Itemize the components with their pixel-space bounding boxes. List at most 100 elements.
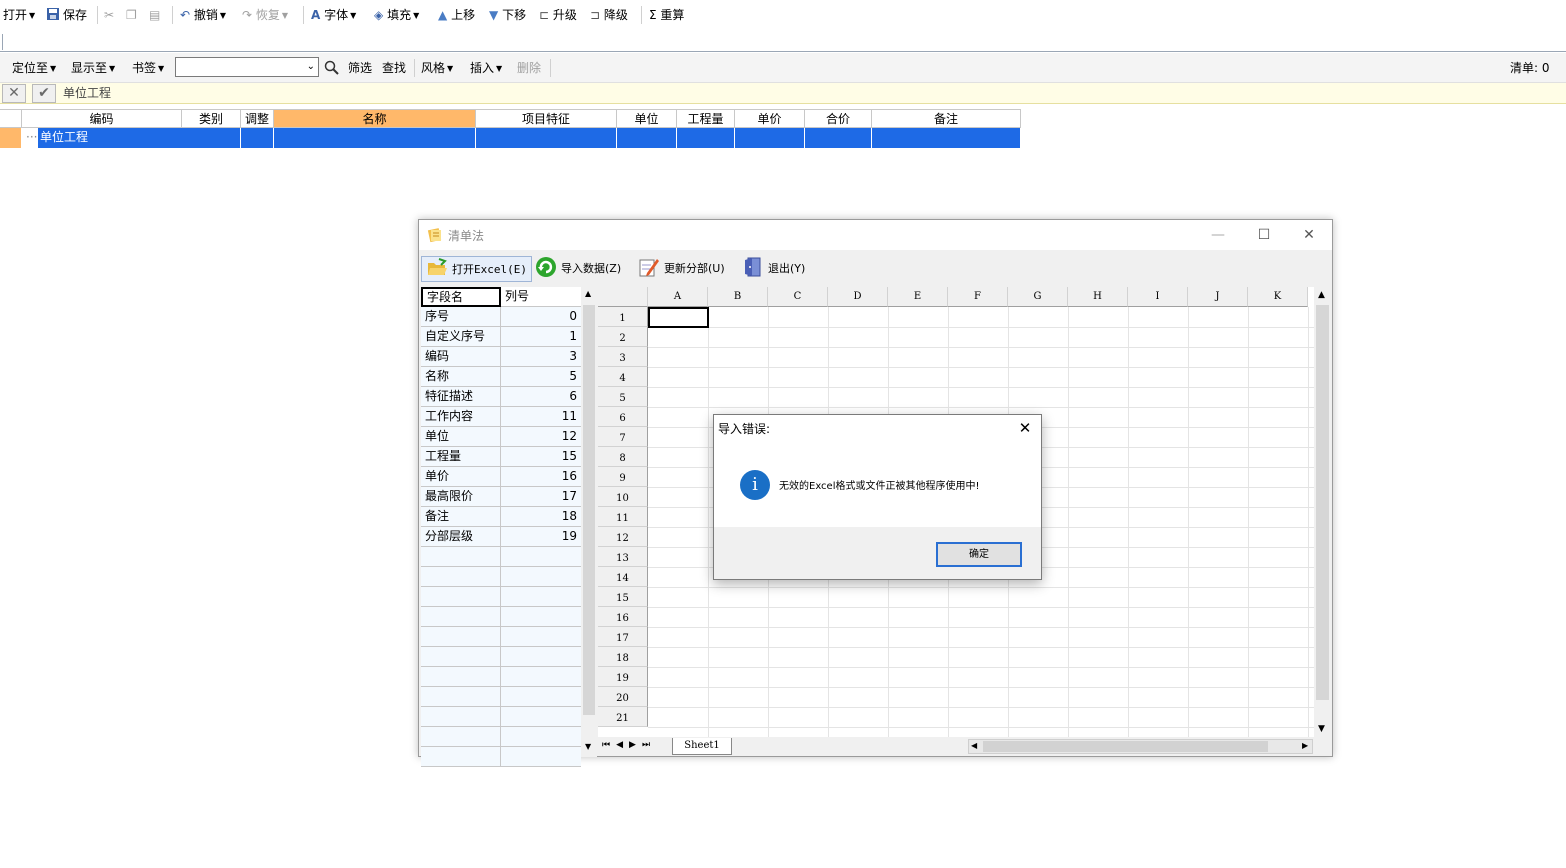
grid-cell[interactable] [476,128,617,148]
update-section-button[interactable]: 更新分部(U) [638,256,725,282]
row-header[interactable]: 20 [598,687,648,707]
row-header[interactable]: 19 [598,667,648,687]
field-name-cell[interactable]: 自定义序号 [421,327,501,347]
bookmark-dropdown[interactable]: 书签 ▼ [132,59,164,77]
filter-button[interactable]: 筛选 [348,59,372,77]
delete-button[interactable]: 删除 [517,59,541,77]
list-item[interactable]: 名称 5 [421,367,581,387]
grid-header-cell[interactable]: 单位 [617,109,677,128]
redo-button[interactable]: ↷ 恢复 ▼ [242,6,288,24]
column-header[interactable]: G [1008,287,1068,307]
recalc-button[interactable]: Σ 重算 [649,6,684,24]
find-button[interactable]: 查找 [382,59,406,77]
column-number-cell[interactable] [501,747,581,767]
list-item[interactable]: 工作内容 11 [421,407,581,427]
cancel-edit-button[interactable]: ✕ [2,84,26,103]
list-item[interactable]: 分部层级 19 [421,527,581,547]
maximize-button[interactable]: ☐ [1241,224,1287,246]
column-number-cell[interactable] [501,687,581,707]
upgrade-button[interactable]: ⊏ 升级 [539,6,577,24]
row-header[interactable]: 4 [598,367,648,387]
list-item[interactable]: 工程量 15 [421,447,581,467]
row-header[interactable]: 6 [598,407,648,427]
column-number-cell[interactable]: 17 [501,487,581,507]
list-item[interactable] [421,547,581,567]
minimize-button[interactable]: — [1195,224,1241,246]
list-item[interactable] [421,727,581,747]
edit-value[interactable]: 单位工程 [63,84,111,103]
row-header[interactable]: 5 [598,387,648,407]
field-name-cell[interactable]: 特征描述 [421,387,501,407]
row-header[interactable]: 11 [598,507,648,527]
row-header[interactable]: 15 [598,587,648,607]
field-name-cell[interactable] [421,707,501,727]
row-header[interactable]: 14 [598,567,648,587]
list-item[interactable]: 备注 18 [421,507,581,527]
field-name-cell[interactable] [421,727,501,747]
import-data-button[interactable]: 导入数据(Z) [535,256,621,282]
row-header[interactable]: 21 [598,707,648,727]
list-item[interactable]: 自定义序号 1 [421,327,581,347]
field-name-cell[interactable] [421,747,501,767]
grid-header-cell[interactable]: 备注 [872,109,1021,128]
field-table-scrollbar[interactable]: ▲ ▼ [581,287,597,757]
move-up-button[interactable]: ▲ 上移 [438,6,475,24]
grid-header-cell[interactable]: 项目特征 [476,109,617,128]
ok-button[interactable]: 确定 [936,542,1022,567]
scroll-thumb[interactable] [1316,305,1329,700]
list-item[interactable] [421,687,581,707]
row-header[interactable]: 2 [598,327,648,347]
field-name-cell[interactable] [421,667,501,687]
list-item[interactable]: 最高限价 17 [421,487,581,507]
locate-combo-input[interactable]: ⌄ [175,57,319,77]
column-number-cell[interactable]: 5 [501,367,581,387]
list-item[interactable] [421,747,581,767]
row-header[interactable]: 8 [598,447,648,467]
field-name-cell[interactable]: 工作内容 [421,407,501,427]
column-number-cell[interactable]: 0 [501,307,581,327]
column-header[interactable]: F [948,287,1008,307]
scroll-up-icon[interactable]: ▲ [1318,290,1325,300]
row-header[interactable]: 16 [598,607,648,627]
scroll-right-icon[interactable]: ▶ [1302,741,1308,750]
style-dropdown[interactable]: 风格 ▼ [421,59,453,77]
close-button[interactable]: ✕ [1286,224,1332,246]
grid-cell[interactable] [872,128,1021,148]
close-icon[interactable]: ✕ [1015,418,1035,438]
column-number-cell[interactable] [501,727,581,747]
column-number-cell[interactable] [501,547,581,567]
column-header[interactable]: H [1068,287,1128,307]
field-name-cell[interactable]: 分部层级 [421,527,501,547]
list-item[interactable]: 单价 16 [421,467,581,487]
window-titlebar[interactable]: 清单法 — ☐ ✕ [419,220,1332,250]
column-number-cell[interactable]: 3 [501,347,581,367]
list-item[interactable] [421,567,581,587]
row-header[interactable]: 12 [598,527,648,547]
field-name-cell[interactable] [421,647,501,667]
open-excel-button[interactable]: 打开Excel(E) [421,256,532,282]
field-name-cell[interactable]: 备注 [421,507,501,527]
field-name-header[interactable]: 字段名 [421,287,501,307]
column-number-header[interactable]: 列号 [501,287,581,307]
exit-button[interactable]: 退出(Y) [742,256,805,282]
grid-header-cell[interactable]: 合价 [805,109,872,128]
column-header[interactable]: I [1128,287,1188,307]
column-number-cell[interactable] [501,567,581,587]
field-name-cell[interactable]: 单位 [421,427,501,447]
list-item[interactable] [421,587,581,607]
open-button[interactable]: 打开 ▼ [3,6,35,24]
paste-button[interactable]: ▤ [149,6,160,24]
confirm-edit-button[interactable]: ✔ [32,84,56,103]
list-item[interactable] [421,607,581,627]
sheet-vertical-scrollbar[interactable]: ▲ ▼ [1314,287,1331,737]
scroll-thumb[interactable] [583,305,595,715]
column-header[interactable]: D [828,287,888,307]
grid-cell[interactable] [805,128,872,148]
column-number-cell[interactable]: 12 [501,427,581,447]
sheet-horizontal-scrollbar[interactable]: ◀ ▶ [968,739,1313,754]
grid-header-cell[interactable]: 编码 [22,109,182,128]
scroll-down-icon[interactable]: ▼ [1318,724,1325,734]
fill-button[interactable]: ◈ 填充 ▼ [374,6,419,24]
column-number-cell[interactable]: 6 [501,387,581,407]
search-icon[interactable] [324,59,339,77]
